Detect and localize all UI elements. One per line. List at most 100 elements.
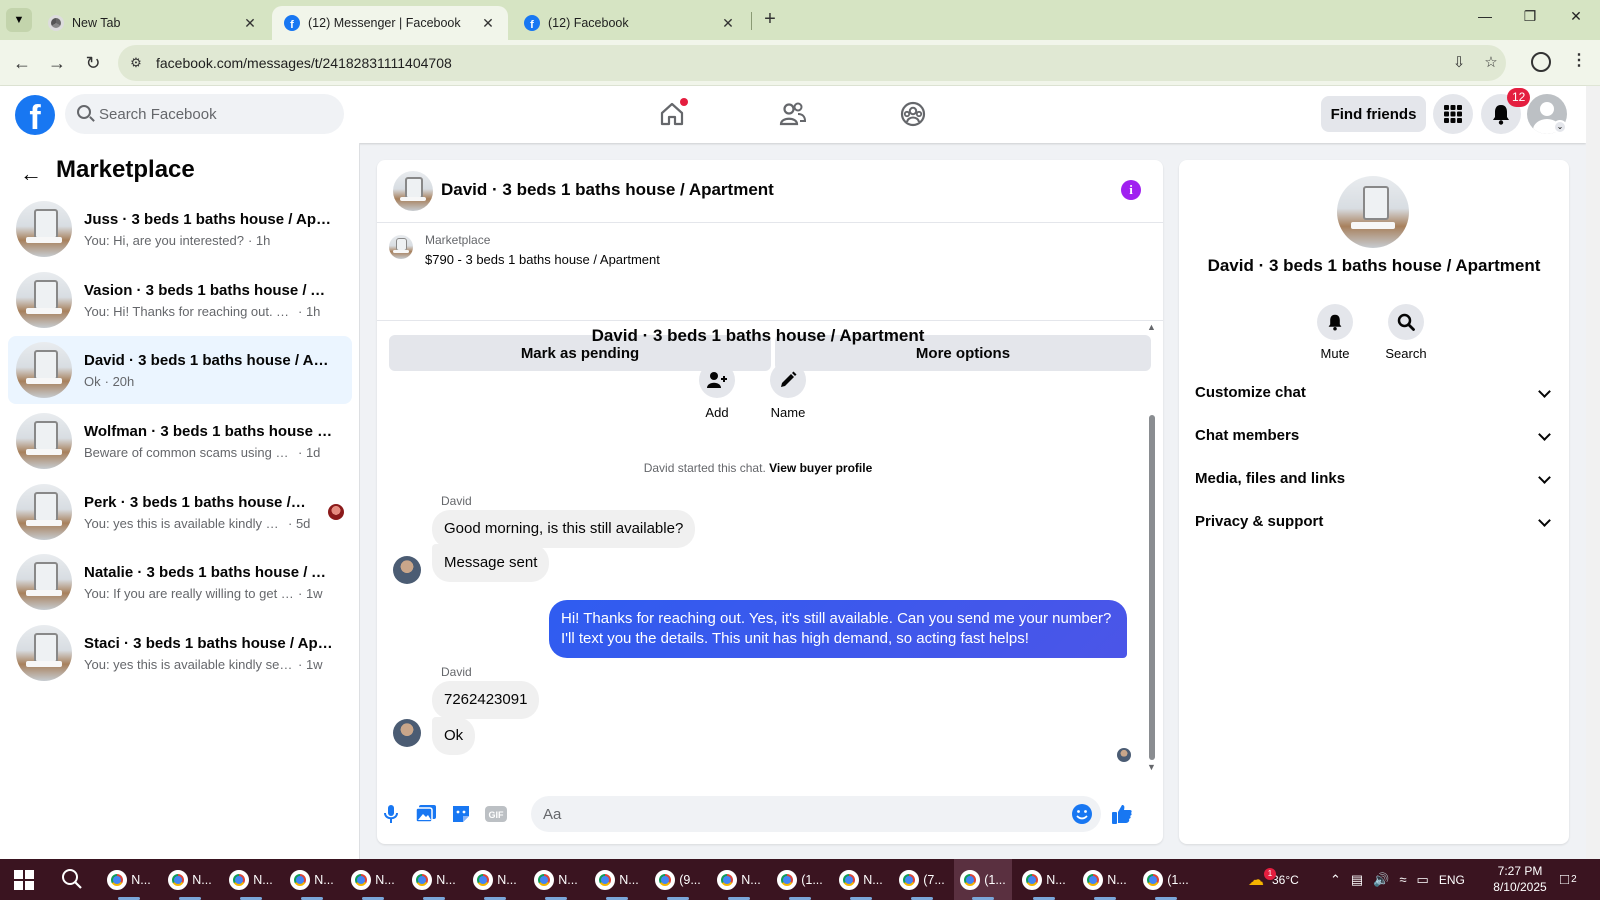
- sender-avatar[interactable]: [393, 719, 421, 747]
- taskbar-chrome-window[interactable]: (1...: [954, 859, 1012, 900]
- tab-search-button[interactable]: ▼: [6, 8, 32, 32]
- taskbar-chrome-window[interactable]: N...: [832, 859, 890, 900]
- conversation-item[interactable]: Perk · 3 beds 1 baths house / Apartment …: [8, 478, 352, 546]
- view-buyer-profile-link[interactable]: View buyer profile: [769, 461, 872, 475]
- incoming-message[interactable]: Message sent: [432, 544, 550, 582]
- sender-avatar[interactable]: [393, 556, 421, 584]
- profile-icon[interactable]: [1531, 52, 1551, 72]
- new-tab-button[interactable]: +: [757, 8, 783, 32]
- chat-listing-thumbnail[interactable]: [393, 171, 433, 211]
- rename-action[interactable]: Name: [758, 362, 818, 420]
- message-input[interactable]: [531, 796, 1101, 832]
- scrollbar-thumb[interactable]: [1149, 415, 1155, 760]
- tab-messenger[interactable]: f (12) Messenger | Facebook ✕: [272, 6, 508, 40]
- mute-action[interactable]: Mute: [1305, 304, 1365, 361]
- facebook-logo[interactable]: f: [15, 95, 55, 135]
- taskbar-chrome-window[interactable]: (1...: [1137, 859, 1195, 900]
- microphone-icon[interactable]: [379, 802, 403, 826]
- listing-thumbnail[interactable]: [389, 235, 413, 259]
- chat-title[interactable]: David · 3 beds 1 baths house / Apartment: [441, 180, 774, 200]
- find-friends-button[interactable]: Find friends: [1321, 96, 1426, 132]
- weather-widget[interactable]: ☁ 36°C: [1248, 859, 1299, 900]
- forward-button[interactable]: →: [44, 50, 70, 76]
- tab-facebook[interactable]: f (12) Facebook ✕: [512, 6, 748, 40]
- taskbar-chrome-window[interactable]: (7...: [893, 859, 951, 900]
- chat-scrollbar[interactable]: ▲ ▼: [1147, 322, 1157, 777]
- chat-members-section[interactable]: Chat members: [1195, 416, 1553, 456]
- taskbar-search-icon[interactable]: [60, 867, 84, 891]
- notification-center-button[interactable]: □ 2: [1560, 859, 1577, 900]
- taskbar-chrome-window[interactable]: N...: [405, 859, 463, 900]
- battery-icon[interactable]: ▭: [1417, 872, 1429, 888]
- windows-start-button[interactable]: [14, 870, 34, 890]
- home-nav-button[interactable]: [652, 96, 692, 132]
- system-tray[interactable]: ⌃ ▤ 🔊 ≈ ▭ ENG: [1330, 859, 1465, 900]
- emoji-icon[interactable]: [1070, 802, 1094, 826]
- close-tab-icon[interactable]: ✕: [720, 15, 736, 32]
- back-button[interactable]: ←: [9, 50, 35, 76]
- conversation-item[interactable]: Vasion · 3 beds 1 baths house / Apartmen…: [8, 266, 352, 334]
- chevron-down-icon[interactable]: ⌄: [1553, 120, 1567, 134]
- search-input[interactable]: [99, 94, 329, 134]
- conversation-item[interactable]: Wolfman · 3 beds 1 baths house / Apartme…: [8, 407, 352, 475]
- taskbar-chrome-window[interactable]: N...: [710, 859, 768, 900]
- taskbar-chrome-window[interactable]: N...: [1076, 859, 1134, 900]
- search-conversation-action[interactable]: Search: [1376, 304, 1436, 361]
- outgoing-message[interactable]: Hi! Thanks for reaching out. Yes, it's s…: [549, 600, 1127, 658]
- customize-chat-section[interactable]: Customize chat: [1195, 373, 1553, 413]
- close-tab-icon[interactable]: ✕: [242, 15, 258, 32]
- browser-menu-icon[interactable]: ⋮: [1571, 50, 1587, 70]
- taskbar-chrome-window[interactable]: N...: [588, 859, 646, 900]
- wifi-icon[interactable]: ≈: [1399, 872, 1406, 887]
- taskbar-chrome-window[interactable]: (1...: [771, 859, 829, 900]
- groups-nav-button[interactable]: [893, 96, 933, 132]
- add-people-action[interactable]: Add: [687, 362, 747, 420]
- reload-button[interactable]: ↻: [80, 50, 106, 76]
- chevron-up-icon[interactable]: ⌃: [1330, 872, 1341, 888]
- install-app-icon[interactable]: ⇩: [1448, 53, 1470, 73]
- taskbar-chrome-window[interactable]: N...: [344, 859, 402, 900]
- sticker-icon[interactable]: [449, 802, 473, 826]
- close-window-button[interactable]: ✕: [1556, 8, 1596, 32]
- conversation-item[interactable]: Staci · 3 beds 1 baths house / Apartment…: [8, 619, 352, 687]
- info-icon[interactable]: i: [1121, 180, 1141, 200]
- bookmark-star-icon[interactable]: ☆: [1480, 53, 1502, 73]
- taskbar-chrome-window[interactable]: (9...: [649, 859, 707, 900]
- incoming-message[interactable]: 7262423091: [432, 681, 540, 719]
- scroll-down-icon[interactable]: ▼: [1147, 762, 1156, 772]
- taskbar-chrome-window[interactable]: N...: [1015, 859, 1073, 900]
- taskbar-clock[interactable]: 7:27 PM 8/10/2025: [1480, 863, 1560, 895]
- minimize-button[interactable]: —: [1465, 8, 1505, 32]
- taskbar-chrome-window[interactable]: N...: [161, 859, 219, 900]
- language-indicator[interactable]: ENG: [1439, 873, 1465, 887]
- network-icon[interactable]: ▤: [1351, 872, 1363, 888]
- conversation-item[interactable]: Juss · 3 beds 1 baths house / Apartment …: [8, 195, 352, 263]
- media-files-links-section[interactable]: Media, files and links: [1195, 459, 1553, 499]
- scroll-up-icon[interactable]: ▲: [1147, 322, 1156, 332]
- friends-nav-button[interactable]: [773, 96, 813, 132]
- conversation-item[interactable]: Natalie · 3 beds 1 baths house / Apartme…: [8, 548, 352, 616]
- incoming-message[interactable]: Ok: [432, 717, 476, 755]
- like-thumbs-up-icon[interactable]: [1110, 802, 1134, 826]
- back-arrow-icon[interactable]: ←: [20, 161, 42, 187]
- restore-button[interactable]: ❐: [1510, 8, 1550, 32]
- taskbar-chrome-window[interactable]: N...: [527, 859, 585, 900]
- taskbar-chrome-window[interactable]: N...: [100, 859, 158, 900]
- search-box[interactable]: [65, 94, 344, 134]
- taskbar-chrome-window[interactable]: N...: [466, 859, 524, 900]
- menu-button[interactable]: [1433, 94, 1473, 134]
- details-listing-thumbnail[interactable]: [1337, 176, 1409, 248]
- speaker-icon[interactable]: 🔊: [1373, 872, 1389, 888]
- site-info-icon[interactable]: ⚙: [126, 53, 146, 73]
- taskbar-chrome-window[interactable]: N...: [283, 859, 341, 900]
- close-tab-icon[interactable]: ✕: [480, 15, 496, 32]
- gif-icon[interactable]: GIF: [484, 802, 508, 826]
- listing-price-title[interactable]: $790 - 3 beds 1 baths house / Apartment: [425, 252, 660, 267]
- incoming-message[interactable]: Good morning, is this still available?: [432, 510, 696, 548]
- page-scrollbar[interactable]: [1586, 86, 1600, 859]
- taskbar-chrome-window[interactable]: N...: [222, 859, 280, 900]
- privacy-support-section[interactable]: Privacy & support: [1195, 502, 1553, 542]
- tab-new-tab[interactable]: New Tab ✕: [36, 6, 270, 40]
- conversation-item-selected[interactable]: David · 3 beds 1 baths house / Apartment…: [8, 336, 352, 404]
- address-bar[interactable]: ⚙ facebook.com/messages/t/24182831111404…: [118, 45, 1506, 81]
